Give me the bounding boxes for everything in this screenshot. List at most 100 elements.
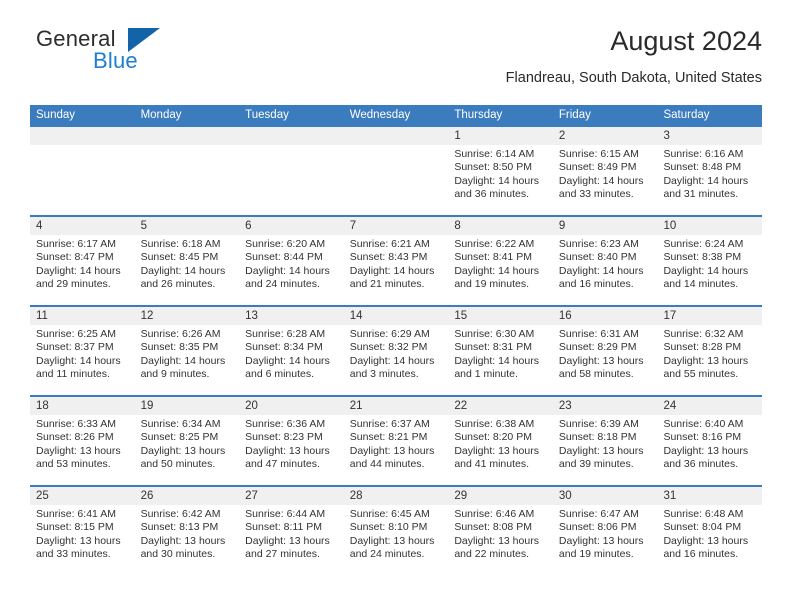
sunrise-text: Sunrise: 6:22 AM [454, 238, 535, 250]
sunrise-text: Sunrise: 6:15 AM [558, 148, 639, 160]
daylight-text-line2: and 53 minutes. [36, 458, 111, 471]
day-number[interactable]: 1 [448, 127, 553, 145]
sunrise-text: Sunrise: 6:47 AM [558, 508, 639, 520]
day-number[interactable]: 30 [553, 487, 658, 505]
day-cell[interactable]: Sunrise: 6:44 AM Sunset: 8:11 PM Dayligh… [239, 505, 344, 575]
day-number[interactable] [135, 127, 240, 145]
title-block: August 2024 Flandreau, South Dakota, Uni… [506, 24, 762, 88]
day-cell[interactable]: Sunrise: 6:39 AM Sunset: 8:18 PM Dayligh… [553, 415, 658, 485]
weekday-header-saturday: Saturday [663, 109, 710, 121]
sunset-text: Sunset: 8:11 PM [245, 521, 323, 534]
day-number[interactable]: 16 [553, 307, 658, 325]
daylight-text-line1: Daylight: 14 hours [140, 354, 226, 367]
day-cell[interactable]: Sunrise: 6:17 AM Sunset: 8:47 PM Dayligh… [30, 235, 135, 305]
day-cell[interactable]: Sunrise: 6:16 AM Sunset: 8:48 PM Dayligh… [657, 145, 762, 215]
day-number[interactable]: 3 [657, 127, 762, 145]
day-number[interactable]: 2 [553, 127, 658, 145]
day-number[interactable]: 28 [344, 487, 449, 505]
sunset-text: Sunset: 8:49 PM [558, 161, 637, 174]
day-number[interactable]: 5 [135, 217, 240, 235]
day-cell[interactable]: Sunrise: 6:30 AM Sunset: 8:31 PM Dayligh… [448, 325, 553, 395]
sunset-text: Sunset: 8:25 PM [140, 431, 219, 444]
day-cell[interactable]: Sunrise: 6:41 AM Sunset: 8:15 PM Dayligh… [30, 505, 135, 575]
day-cell[interactable]: Sunrise: 6:40 AM Sunset: 8:16 PM Dayligh… [657, 415, 762, 485]
daylight-text-line2: and 19 minutes. [558, 548, 634, 561]
sunset-text: Sunset: 8:47 PM [36, 251, 114, 264]
day-number[interactable]: 13 [239, 307, 344, 325]
day-cell[interactable]: Sunrise: 6:21 AM Sunset: 8:43 PM Dayligh… [344, 235, 449, 305]
day-number[interactable]: 11 [30, 307, 135, 325]
day-number[interactable]: 12 [135, 307, 240, 325]
day-cell[interactable]: Sunrise: 6:24 AM Sunset: 8:38 PM Dayligh… [657, 235, 762, 305]
day-number[interactable]: 15 [448, 307, 553, 325]
day-cell[interactable]: Sunrise: 6:34 AM Sunset: 8:25 PM Dayligh… [135, 415, 240, 485]
day-cell[interactable]: Sunrise: 6:29 AM Sunset: 8:32 PM Dayligh… [344, 325, 449, 395]
sunrise-text: Sunrise: 6:42 AM [140, 508, 221, 520]
day-cell[interactable]: Sunrise: 6:32 AM Sunset: 8:28 PM Dayligh… [657, 325, 762, 395]
day-number[interactable]: 17 [657, 307, 762, 325]
day-cell[interactable]: Sunrise: 6:14 AM Sunset: 8:50 PM Dayligh… [448, 145, 553, 215]
sunset-text: Sunset: 8:16 PM [663, 431, 742, 444]
calendar-table: Sunday Monday Tuesday Wednesday Thursday… [30, 105, 762, 575]
daylight-text-line1: Daylight: 14 hours [454, 264, 539, 277]
day-cell[interactable]: Sunrise: 6:28 AM Sunset: 8:34 PM Dayligh… [239, 325, 344, 395]
day-cell[interactable]: Sunrise: 6:20 AM Sunset: 8:44 PM Dayligh… [239, 235, 344, 305]
general-blue-logo[interactable]: General Blue [30, 26, 220, 82]
week-row: 11 12 13 14 15 16 17 Sunrise: 6:25 AM Su… [30, 305, 762, 395]
day-number[interactable] [30, 127, 135, 145]
day-cell[interactable]: Sunrise: 6:46 AM Sunset: 8:08 PM Dayligh… [448, 505, 553, 575]
day-number[interactable]: 22 [448, 397, 553, 415]
sunset-text: Sunset: 8:15 PM [36, 521, 114, 534]
day-number[interactable]: 19 [135, 397, 240, 415]
day-cell[interactable]: Sunrise: 6:48 AM Sunset: 8:04 PM Dayligh… [657, 505, 762, 575]
day-number[interactable]: 26 [135, 487, 240, 505]
day-number[interactable]: 27 [239, 487, 344, 505]
week-daynumbers: 1 2 3 [30, 127, 762, 145]
day-number[interactable]: 20 [239, 397, 344, 415]
daylight-text-line2: and 11 minutes. [36, 368, 110, 381]
daylight-text-line2: and 41 minutes. [454, 458, 530, 471]
day-cell[interactable]: Sunrise: 6:18 AM Sunset: 8:45 PM Dayligh… [135, 235, 240, 305]
day-number[interactable]: 14 [344, 307, 449, 325]
day-cell[interactable]: Sunrise: 6:23 AM Sunset: 8:40 PM Dayligh… [553, 235, 658, 305]
week-daynumbers: 25 26 27 28 29 30 31 [30, 487, 762, 505]
day-number[interactable]: 6 [239, 217, 344, 235]
day-number[interactable] [344, 127, 449, 145]
day-number[interactable]: 29 [448, 487, 553, 505]
calendar-page: General Blue August 2024 Flandreau, Sout… [0, 0, 792, 612]
day-cell-empty [30, 145, 135, 215]
day-number[interactable]: 7 [344, 217, 449, 235]
day-number[interactable]: 25 [30, 487, 135, 505]
day-cell[interactable]: Sunrise: 6:38 AM Sunset: 8:20 PM Dayligh… [448, 415, 553, 485]
day-cell[interactable]: Sunrise: 6:45 AM Sunset: 8:10 PM Dayligh… [344, 505, 449, 575]
day-number[interactable]: 31 [657, 487, 762, 505]
day-number[interactable]: 9 [553, 217, 658, 235]
day-cell[interactable]: Sunrise: 6:42 AM Sunset: 8:13 PM Dayligh… [135, 505, 240, 575]
week-row: 4 5 6 7 8 9 10 Sunrise: 6:17 AM Sunset: … [30, 215, 762, 305]
week-details: Sunrise: 6:41 AM Sunset: 8:15 PM Dayligh… [30, 505, 762, 575]
day-number[interactable]: 21 [344, 397, 449, 415]
day-cell[interactable]: Sunrise: 6:37 AM Sunset: 8:21 PM Dayligh… [344, 415, 449, 485]
day-number[interactable]: 18 [30, 397, 135, 415]
day-cell[interactable]: Sunrise: 6:22 AM Sunset: 8:41 PM Dayligh… [448, 235, 553, 305]
day-cell[interactable]: Sunrise: 6:31 AM Sunset: 8:29 PM Dayligh… [553, 325, 658, 395]
day-cell[interactable]: Sunrise: 6:15 AM Sunset: 8:49 PM Dayligh… [553, 145, 658, 215]
daylight-text-line2: and 26 minutes. [140, 278, 216, 291]
day-number[interactable]: 8 [448, 217, 553, 235]
location-subtitle: Flandreau, South Dakota, United States [505, 70, 762, 86]
day-cell[interactable]: Sunrise: 6:26 AM Sunset: 8:35 PM Dayligh… [135, 325, 240, 395]
day-cell[interactable]: Sunrise: 6:36 AM Sunset: 8:23 PM Dayligh… [239, 415, 344, 485]
sunrise-text: Sunrise: 6:31 AM [558, 328, 639, 340]
day-number[interactable]: 4 [30, 217, 135, 235]
day-cell[interactable]: Sunrise: 6:25 AM Sunset: 8:37 PM Dayligh… [30, 325, 135, 395]
sunset-text: Sunset: 8:38 PM [663, 251, 742, 264]
sunrise-text: Sunrise: 6:24 AM [663, 238, 744, 250]
weekday-header-wednesday: Wednesday [349, 109, 411, 121]
day-number[interactable] [239, 127, 344, 145]
daylight-text-line1: Daylight: 14 hours [36, 354, 121, 367]
day-number[interactable]: 23 [553, 397, 658, 415]
day-cell[interactable]: Sunrise: 6:33 AM Sunset: 8:26 PM Dayligh… [30, 415, 135, 485]
day-number[interactable]: 10 [657, 217, 762, 235]
day-cell[interactable]: Sunrise: 6:47 AM Sunset: 8:06 PM Dayligh… [553, 505, 658, 575]
day-number[interactable]: 24 [657, 397, 762, 415]
